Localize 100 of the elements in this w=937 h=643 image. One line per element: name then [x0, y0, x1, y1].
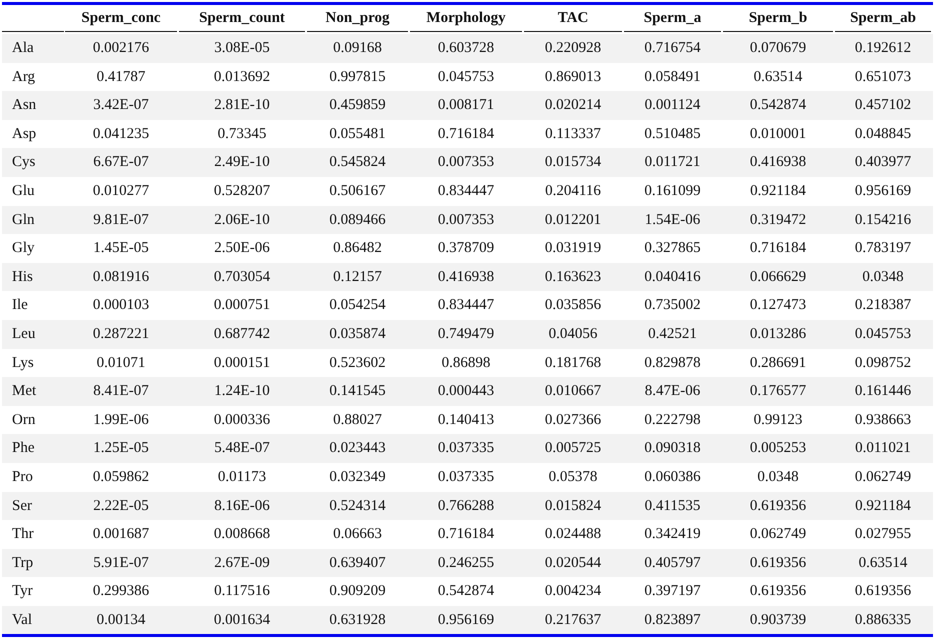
- table-cell-text: 2.81E-10: [213, 96, 271, 116]
- table-cell-text: 0.011721: [644, 153, 702, 172]
- table-cell-text: 0.041235: [92, 124, 150, 144]
- row-label: Phe: [11, 439, 36, 458]
- table-cell-text: 0.766288: [436, 496, 496, 516]
- table-cell-text: 0.062749: [854, 468, 912, 487]
- table-cell-text: 0.027366: [544, 410, 602, 430]
- table-cell-text: 0.008171: [436, 96, 496, 116]
- table-cell-text: 0.12157: [332, 268, 383, 287]
- table-cell-text: 0.192612: [854, 39, 912, 58]
- table-cell-text: 0.00134: [96, 610, 146, 630]
- table-cell-text: 2.67E-09: [213, 554, 271, 573]
- table-cell-text: 0.127473: [748, 296, 808, 316]
- table-cell-text: 0.035874: [328, 324, 387, 344]
- table-cell-text: 0.523602: [328, 354, 387, 373]
- row-label: Ile: [11, 296, 29, 316]
- table-cell-text: 0.956169: [436, 610, 496, 630]
- table-cell-text: 2.50E-06: [213, 239, 271, 258]
- table-cell-text: 0.921184: [854, 496, 912, 516]
- table-cell-text: 0.000151: [212, 354, 272, 373]
- table-cell-text: 0.703054: [212, 268, 272, 287]
- table-cell-text: 0.01173: [216, 468, 268, 487]
- table-cell-text: 0.716184: [436, 124, 496, 144]
- table-cell-text: 0.062749: [748, 525, 808, 544]
- table-cell-text: 0.010277: [92, 182, 150, 202]
- row-label: Pro: [11, 468, 34, 487]
- table-cell-text: 0.86482: [332, 239, 383, 258]
- table-cell-text: 0.089466: [328, 210, 387, 230]
- table-cell-text: 1.24E-10: [213, 382, 271, 402]
- table-cell-text: 0.045753: [854, 324, 912, 344]
- table-cell-text: 0.411535: [644, 496, 702, 516]
- table-cell-text: 0.99123: [752, 410, 804, 430]
- table-cell-text: 0.027955: [854, 525, 912, 544]
- table-cell-text: 0.048845: [854, 124, 912, 144]
- row-label: Gly: [11, 239, 36, 258]
- table-cell-text: 0.031919: [544, 239, 602, 258]
- table-cell-text: 0.86898: [440, 354, 492, 373]
- table-cell-text: 0.000103: [92, 296, 150, 316]
- column-header: Sperm_b: [723, 5, 833, 32]
- table-cell-text: 2.22E-05: [92, 496, 150, 516]
- table-cell-text: 0.020214: [544, 96, 602, 116]
- table-cell-text: 0.528207: [212, 182, 272, 202]
- table-cell-text: 0.397197: [643, 582, 702, 602]
- table-cell-text: 0.161446: [854, 382, 912, 402]
- table-cell-text: 0.181768: [544, 354, 602, 373]
- table-cell-text: 0.001124: [644, 96, 702, 116]
- table-cell-text: 0.070679: [748, 39, 808, 58]
- table-cell-text: 1.25E-05: [92, 439, 150, 458]
- table-cell-text: 0.005725: [544, 439, 602, 458]
- table-cell-text: 5.48E-07: [213, 439, 271, 458]
- table-cell-text: 0.037335: [436, 468, 496, 487]
- table-cell-text: 0.869013: [544, 68, 602, 87]
- table-cell-text: 0.140413: [436, 410, 496, 430]
- table-cell-text: 0.163623: [544, 268, 602, 287]
- table-cell-text: 0.287221: [92, 324, 150, 344]
- table-cell-text: 0.032349: [328, 468, 387, 487]
- table-cell-text: 0.002176: [92, 39, 150, 58]
- table-cell-text: 0.416938: [436, 268, 496, 287]
- table-cell-text: 0.054254: [328, 296, 387, 316]
- table-cell-text: 0.000336: [212, 410, 272, 430]
- table-cell-text: 3.42E-07: [92, 96, 150, 116]
- row-label: Cys: [11, 153, 36, 172]
- table-cell-text: 0.204116: [544, 182, 602, 202]
- table-cell-text: 0.013286: [748, 324, 808, 344]
- table-cell-text: 0.749479: [436, 324, 496, 344]
- table-cell-text: 0.651073: [854, 68, 912, 87]
- table-cell-text: 0.059862: [92, 468, 150, 487]
- table-cell-text: 2.06E-10: [213, 210, 271, 230]
- table-cell-text: 0.098752: [854, 354, 912, 373]
- table-cell-text: 0.378709: [436, 239, 496, 258]
- table-cell-text: 0.141545: [328, 382, 387, 402]
- table-cell-text: 0.903739: [748, 610, 808, 630]
- column-header: TAC: [524, 5, 622, 32]
- row-label: Leu: [11, 324, 36, 344]
- row-label: Tyr: [11, 582, 34, 602]
- table-cell-text: 0.222798: [643, 410, 702, 430]
- table-cell-text: 0.220928: [544, 39, 602, 58]
- table-cell-text: 0.024488: [544, 525, 602, 544]
- table-cell-text: 0.117516: [213, 582, 271, 602]
- row-label: Glu: [11, 182, 36, 202]
- table-cell-text: 0.035856: [544, 296, 602, 316]
- table-cell-text: 0.0348: [756, 468, 800, 487]
- table-cell-text: 0.004234: [544, 582, 602, 602]
- table-cell-text: 0.619356: [748, 496, 808, 516]
- table-cell-text: 0.001687: [92, 525, 150, 544]
- table-cell-text: 0.246255: [436, 554, 496, 573]
- table-cell-text: 0.545824: [328, 153, 387, 172]
- table-cell-text: 0.829878: [643, 354, 702, 373]
- table-cell-text: 0.834447: [436, 296, 496, 316]
- row-label: Asp: [11, 124, 38, 144]
- table-cell-text: 0.008668: [212, 525, 272, 544]
- table-cell-text: 0.63514: [858, 554, 908, 573]
- table-cell-text: 0.217637: [544, 610, 602, 630]
- row-label: Gln: [11, 210, 36, 230]
- table-cell-text: 0.403977: [854, 153, 912, 172]
- table-cell-text: 0.416938: [748, 153, 808, 172]
- row-label: Thr: [11, 525, 35, 544]
- table-cell-text: 0.000443: [436, 382, 496, 402]
- table-cell-text: 0.319472: [748, 210, 808, 230]
- table-cell-text: 0.013692: [212, 68, 272, 87]
